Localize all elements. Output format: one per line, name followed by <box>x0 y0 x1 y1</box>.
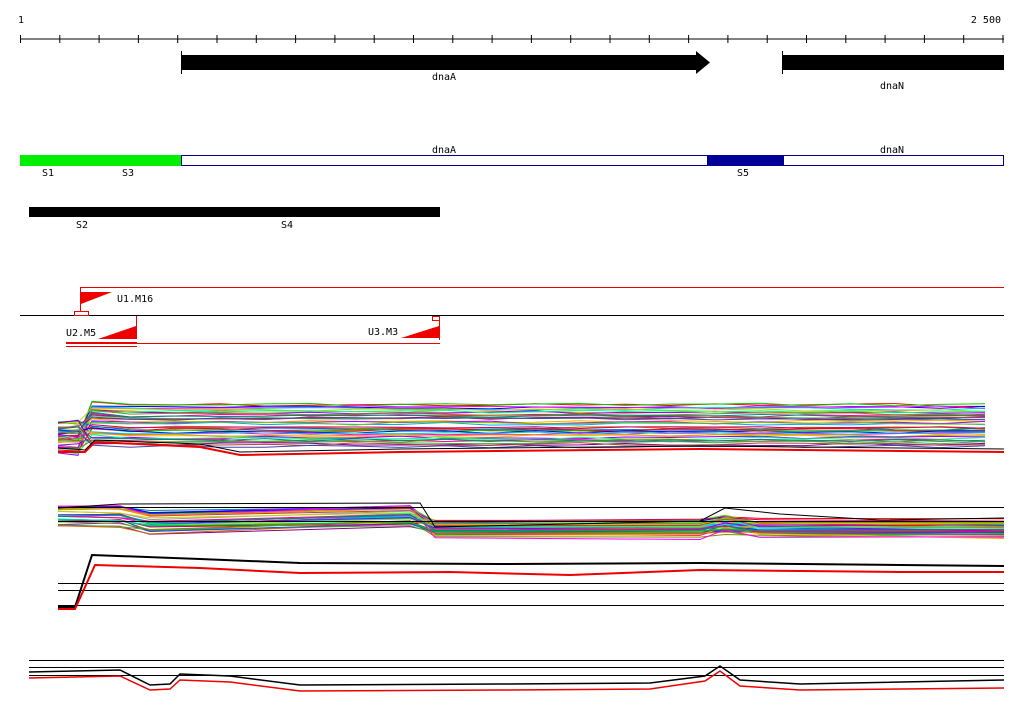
primer-u3-m3-label: U3.M3 <box>368 327 398 338</box>
gene-dnaA-body <box>181 55 697 70</box>
gene-dnaN[interactable]: dnaN <box>782 51 1005 92</box>
signal-track-2 <box>57 502 1005 541</box>
region-track: dnaA dnaN S1 S3 S5 <box>20 145 1004 179</box>
ruler-start-label: 1 <box>18 15 24 26</box>
primer-track: U1.M16 U2.M5 U3.M3 <box>20 287 1004 347</box>
segment-track: S2 S4 <box>29 207 440 231</box>
signal-trace-highlight <box>58 563 1004 610</box>
signal-track-1 <box>57 400 1005 457</box>
signal-track-4 <box>28 660 1005 692</box>
gene-dnaA-label: dnaA <box>432 72 456 83</box>
primer-u3-m3[interactable]: U3.M3 <box>66 316 440 344</box>
ruler: 1 2 500 <box>18 15 1004 43</box>
gene-dnaA[interactable]: dnaA <box>181 51 710 83</box>
primer-u1-m16-label: U1.M16 <box>117 294 153 305</box>
marker-s1-label: S1 <box>42 168 54 179</box>
region-dnaN-label: dnaN <box>880 145 904 156</box>
primer-u3-m3-anchor <box>432 316 440 321</box>
arrow-right-icon <box>696 51 710 74</box>
region-dnaA-label: dnaA <box>432 145 456 156</box>
region-dnaN[interactable] <box>783 155 1004 166</box>
marker-s4-label: S4 <box>281 220 293 231</box>
genome-viewer: 1 2 500 dnaA dnaN dnaA dnaN S1 S3 S5 S2 <box>0 0 1024 714</box>
marker-s5-label: S5 <box>737 168 749 179</box>
gene-track: dnaA dnaN <box>181 51 1004 92</box>
region-dnaA[interactable] <box>181 155 708 166</box>
primer-u2-m5-label: U2.M5 <box>66 328 96 339</box>
signal-trace-highlight <box>28 670 1005 692</box>
genome-track-canvas: 1 2 500 dnaA dnaN dnaA dnaN S1 S3 S5 S2 <box>18 15 1005 692</box>
segment-bar[interactable] <box>29 207 440 217</box>
primer-u1-m16-anchor <box>74 311 89 316</box>
primer-u2-m5[interactable]: U2.M5 <box>66 316 137 347</box>
region-navy[interactable] <box>708 155 783 166</box>
flag-icon <box>81 292 112 304</box>
ruler-end-label: 2 500 <box>971 15 1001 26</box>
marker-s3-label: S3 <box>122 168 134 179</box>
flag-icon <box>98 326 136 339</box>
marker-s2-label: S2 <box>76 220 88 231</box>
signal-track-3 <box>58 553 1005 610</box>
flag-icon <box>401 326 439 338</box>
primer-u1-m16[interactable]: U1.M16 <box>74 287 1005 316</box>
gene-dnaN-body <box>783 55 1004 70</box>
region-green[interactable] <box>20 155 181 166</box>
gene-dnaN-label: dnaN <box>880 81 904 92</box>
signal-trace-reference <box>58 553 1005 608</box>
